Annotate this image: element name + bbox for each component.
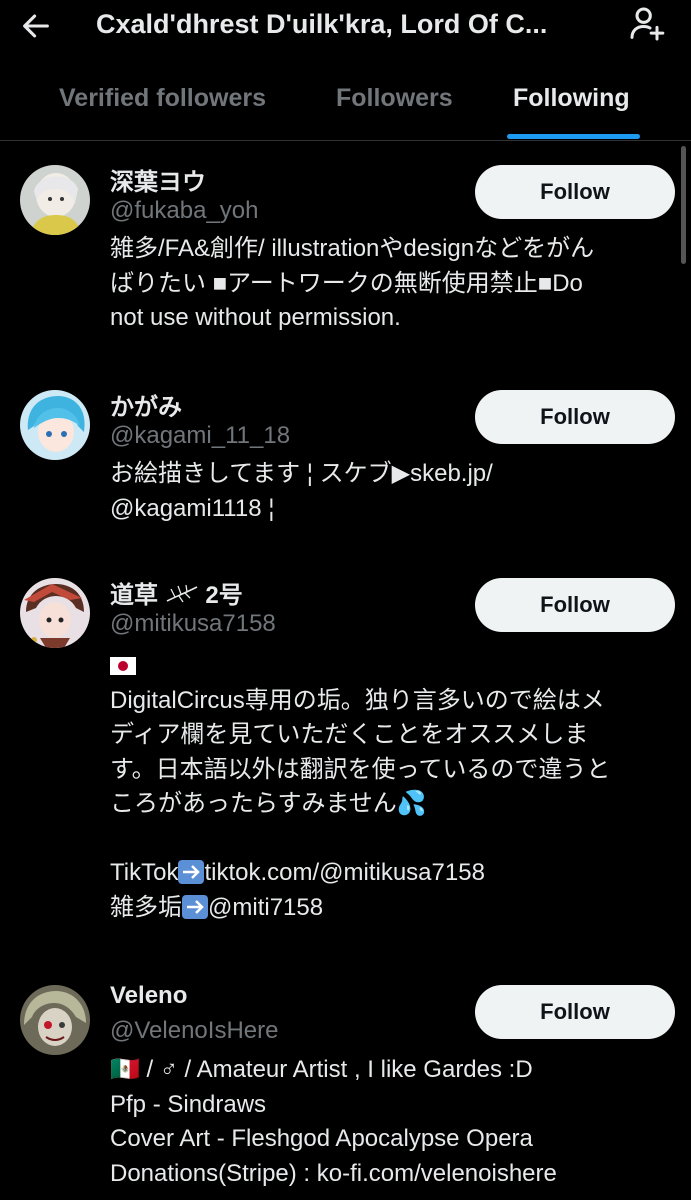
top-bar: Cxald'dhrest D'uilk'kra, Lord Of C... [0,0,691,60]
right-arrow-emoji-icon [178,860,205,884]
user-display-name: Veleno [110,982,188,1009]
tab-following[interactable]: Following [513,84,630,113]
user-bio: 雑多/FA&創作/ illustrationやdesignなどをがん ばりたい … [110,232,670,336]
tab-followers[interactable]: Followers [336,84,453,113]
tab-bar: Verified followers Followers Following [0,62,691,141]
avatar[interactable] [20,985,90,1055]
user-bio: お絵描きしてます ¦ スケブ▶skeb.jp/ @kagami1118 ¦ [110,457,670,526]
add-user-button[interactable] [625,2,669,46]
person-add-icon [630,7,665,41]
follow-button[interactable]: Follow [475,985,675,1039]
avatar[interactable] [20,165,90,235]
bio-line: Donations(Stripe) : ko-fi.com/velenoishe… [110,1159,557,1187]
user-display-name: 道草 2号 [110,575,243,610]
user-handle: @VelenoIsHere [110,1017,279,1044]
bio-line: ころがあったらすみません💦 [110,790,427,817]
user-bio: DigitalCircus専用の垢。独り言多いので絵はメ ディア欄を見ていただく… [110,649,670,925]
bio-line: Cover Art - Fleshgod Apocalypse Opera [110,1125,533,1152]
avatar[interactable] [20,578,90,648]
user-display-name: 深葉ヨウ [110,169,206,196]
follow-button[interactable]: Follow [475,390,675,444]
avatar[interactable] [20,390,90,460]
follow-button[interactable]: Follow [475,578,675,632]
bio-line: 🇲🇽 / ♂ / Amateur Artist , I like Gardes … [110,1056,533,1083]
bio-line: す。日本語以外は翻訳を使っているので違うと [110,755,611,783]
japan-flag-emoji [110,649,670,684]
bio-link[interactable]: @miti7158 [208,894,323,921]
bio-link[interactable]: tiktok.com/@mitikusa7158 [204,859,484,886]
tab-verified-followers[interactable]: Verified followers [59,84,266,113]
bio-line: DigitalCircus専用の垢。独り言多いので絵はメ [110,686,605,714]
user-handle: @fukaba_yoh [110,197,259,224]
bio-link-line: 雑多垢 @miti7158 [110,893,324,921]
user-bio: 🇲🇽 / ♂ / Amateur Artist , I like Gardes … [110,1053,670,1191]
bio-line: 雑多/FA&創作/ illustrationやdesignなどをがん [110,235,595,262]
scrollbar[interactable] [681,146,686,264]
japan-flag-icon [110,657,136,675]
page-title: Cxald'dhrest D'uilk'kra, Lord Of C... [96,9,548,39]
user-display-name: かがみ [110,394,182,421]
plant-emoji-icon [166,584,198,603]
back-button[interactable] [14,4,58,48]
user-handle: @kagami_11_18 [110,422,291,449]
bio-line: ばりたい ■アートワークの無断使用禁止■Do [110,269,583,297]
bio-line: お絵描きしてます ¦ スケブ▶skeb.jp/ [110,460,493,487]
follow-button[interactable]: Follow [475,165,675,219]
bio-line: ディア欄を見ていただくことをオススメしま [110,721,589,748]
user-handle: @mitikusa7158 [110,610,276,637]
name-suffix: 2号 [205,582,243,609]
bio-line: not use without permission. [110,304,401,331]
bio-line: Pfp - Sindraws [110,1090,267,1118]
arrow-left-icon [23,14,49,38]
right-arrow-emoji-icon [182,894,208,919]
bio-line: @kagami1118 ¦ [110,494,275,522]
name-text: 道草 [110,582,158,609]
bio-link-line: TikTok tiktok.com/@mitikusa7158 [110,859,485,886]
active-tab-indicator [507,134,640,139]
